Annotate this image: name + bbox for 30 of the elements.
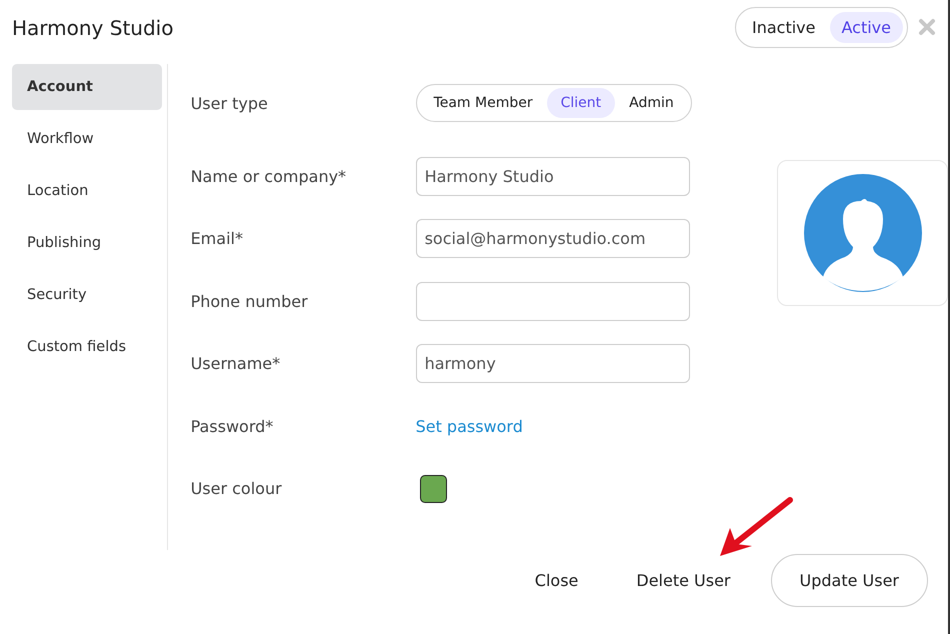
field-label: Email* xyxy=(190,229,244,248)
sidebar-item[interactable]: Publishing xyxy=(12,220,162,266)
field-label: Phone number xyxy=(190,292,309,311)
avatar-card[interactable] xyxy=(777,160,948,306)
footer-button[interactable]: Delete User xyxy=(618,554,748,606)
field-label: Name or company* xyxy=(190,166,348,186)
footer-button[interactable]: Update User xyxy=(770,554,928,606)
status-option[interactable]: Active xyxy=(830,12,903,42)
user-type-option[interactable]: Team Member xyxy=(420,88,547,118)
sidebar-item[interactable]: Workflow xyxy=(12,116,162,162)
field-label: Password* xyxy=(190,416,274,436)
status-option[interactable]: Inactive xyxy=(740,12,828,42)
footer-button[interactable]: Close xyxy=(516,554,596,606)
sidebar-item[interactable]: Account xyxy=(12,64,162,110)
set-password-link[interactable]: Set password xyxy=(416,416,523,436)
colour-swatch[interactable] xyxy=(420,474,447,503)
user-type-option[interactable]: Admin xyxy=(615,88,688,118)
sidebar-item[interactable]: Custom fields xyxy=(12,324,162,370)
input-field[interactable]: Harmony Studio xyxy=(416,156,690,196)
sidebar-item[interactable]: Location xyxy=(12,168,162,214)
dialog-title: Harmony Studio xyxy=(12,16,174,40)
input-field[interactable]: social@harmonystudio.com xyxy=(416,219,690,258)
input-field[interactable] xyxy=(416,282,690,321)
avatar-icon xyxy=(802,173,922,293)
field-label: Username* xyxy=(190,354,282,374)
field-label: User colour xyxy=(190,479,283,498)
input-field[interactable]: harmony xyxy=(416,344,690,384)
sidebar-item[interactable]: Security xyxy=(12,272,162,318)
user-type-option[interactable]: Client xyxy=(546,88,616,118)
field-label: User type xyxy=(190,94,269,112)
